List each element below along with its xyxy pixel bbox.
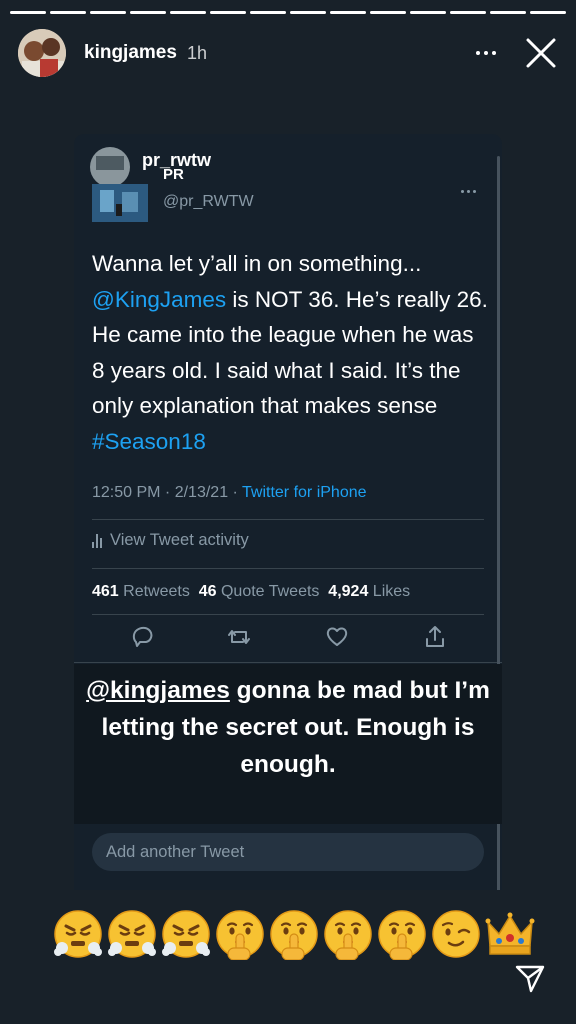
tweet-mention-link[interactable]: @KingJames: [92, 287, 226, 312]
tweet-meta: 12:50 PM · 2/13/21 · Twitter for iPhone: [92, 484, 367, 502]
divider: [92, 519, 484, 520]
retweets-count[interactable]: 461: [92, 583, 119, 600]
story-progress-segment: [290, 11, 326, 14]
story-progress-segment: [130, 11, 166, 14]
story-progress-segment: [530, 11, 566, 14]
story-progress-segment: [50, 11, 86, 14]
tweet-source-link[interactable]: Twitter for iPhone: [242, 484, 367, 501]
close-icon[interactable]: [524, 36, 558, 70]
divider: [92, 568, 484, 569]
add-another-tweet-input[interactable]: Add another Tweet: [92, 833, 484, 871]
story-caption: @kingjames gonna be mad but I’m letting …: [74, 672, 502, 783]
view-tweet-activity[interactable]: View Tweet activity: [92, 531, 249, 550]
shushing-face-emoji-icon[interactable]: [214, 908, 266, 960]
story-time: 1h: [186, 42, 207, 63]
retweets-label[interactable]: Retweets: [119, 583, 190, 600]
story-progress-segment: [410, 11, 446, 14]
shushing-face-emoji-icon[interactable]: [268, 908, 320, 960]
tweet-avatar[interactable]: [88, 146, 148, 222]
shushing-face-emoji-icon[interactable]: [376, 908, 428, 960]
divider: [74, 662, 502, 663]
crown-emoji-icon[interactable]: [484, 908, 536, 960]
shushing-face-emoji-icon[interactable]: [322, 908, 374, 960]
tweet-pr-label: PR: [163, 166, 184, 183]
reply-icon[interactable]: [130, 624, 156, 650]
likes-count[interactable]: 4,924: [328, 583, 368, 600]
emoji-row: [52, 908, 536, 960]
story-progress-segment: [210, 11, 246, 14]
steam-face-emoji-icon[interactable]: [160, 908, 212, 960]
retweet-icon[interactable]: [226, 624, 252, 650]
steam-face-emoji-icon[interactable]: [106, 908, 158, 960]
tweet-text: Wanna let y’all in on something... @King…: [92, 246, 488, 459]
more-options-icon[interactable]: [470, 45, 502, 61]
tweet-stats: 461 Retweets 46 Quote Tweets 4,924 Likes: [92, 583, 410, 601]
likes-label[interactable]: Likes: [368, 583, 410, 600]
share-icon[interactable]: [422, 624, 448, 650]
caption-mention[interactable]: @kingjames: [86, 677, 230, 704]
divider: [92, 614, 484, 615]
story-progress-segment: [170, 11, 206, 14]
quote-tweets-label[interactable]: Quote Tweets: [217, 583, 319, 600]
story-progress-segment: [490, 11, 526, 14]
story-progress-bar: [10, 11, 566, 14]
story-progress-segment: [450, 11, 486, 14]
winking-face-emoji-icon[interactable]: [430, 908, 482, 960]
story-progress-segment: [250, 11, 286, 14]
tweet-more-icon[interactable]: [461, 190, 476, 193]
send-icon[interactable]: [514, 962, 546, 994]
tweet-header: pr_rwtw PR @pr_RWTW: [88, 146, 488, 222]
quote-tweets-count[interactable]: 46: [199, 583, 217, 600]
story-progress-segment: [330, 11, 366, 14]
story-progress-segment: [370, 11, 406, 14]
story-progress-segment: [90, 11, 126, 14]
tweet-hashtag-link[interactable]: #Season18: [92, 429, 206, 454]
story-username[interactable]: kingjames: [84, 42, 177, 64]
view-tweet-activity-label: View Tweet activity: [110, 531, 249, 549]
tweet-text-part1: Wanna let y’all in on something...: [92, 251, 422, 276]
steam-face-emoji-icon[interactable]: [52, 908, 104, 960]
avatar[interactable]: [18, 29, 66, 77]
story-header: kingjames 1h: [18, 29, 558, 77]
tweet-timestamp: 12:50 PM · 2/13/21 ·: [92, 484, 243, 501]
tweet-handle[interactable]: @pr_RWTW: [163, 193, 254, 211]
tweet-actions: [122, 624, 462, 654]
activity-bars-icon: [92, 533, 102, 548]
story-progress-segment: [10, 11, 46, 14]
like-icon[interactable]: [324, 624, 350, 650]
